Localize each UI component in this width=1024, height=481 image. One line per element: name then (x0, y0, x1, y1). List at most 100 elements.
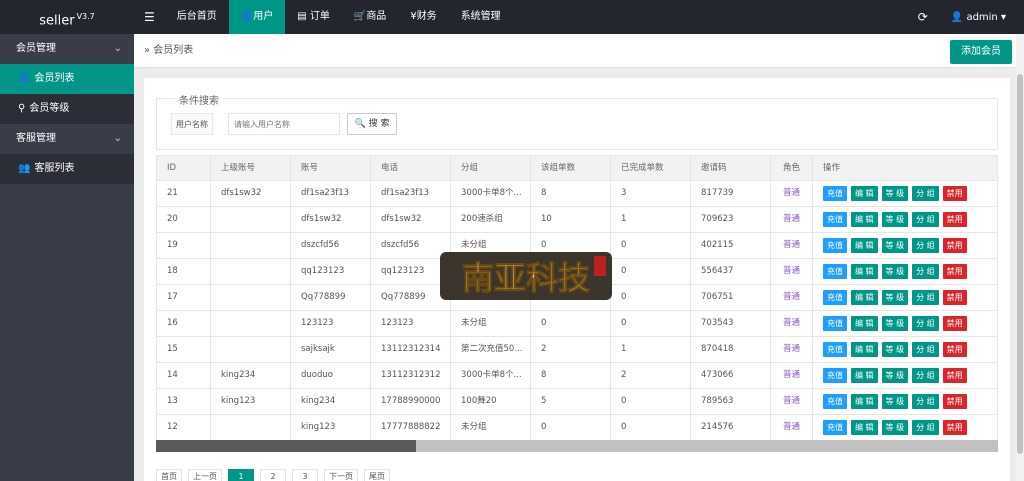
role-link[interactable]: 普通 (771, 259, 813, 284)
edit-button[interactable]: 编 辑 (851, 238, 878, 253)
scrollbar-thumb[interactable] (156, 440, 416, 452)
table-cell: 16 (157, 311, 211, 336)
role-link[interactable]: 普通 (771, 181, 813, 206)
top-bar: seller V3.7 ☰ 后台首页 👤用户 ▤ 订单 🛒商品 ¥财务 系统管理 … (0, 0, 1024, 34)
pager-page-3[interactable]: 3 (292, 469, 318, 481)
role-link[interactable]: 普通 (771, 363, 813, 388)
recharge-button[interactable]: 充值 (823, 342, 847, 357)
group-button[interactable]: 分 组 (912, 394, 939, 409)
recharge-button[interactable]: 充值 (823, 186, 847, 201)
recharge-button[interactable]: 充值 (823, 316, 847, 331)
recharge-button[interactable]: 充值 (823, 238, 847, 253)
edit-button[interactable]: 编 辑 (851, 212, 878, 227)
page-scrollbar-thumb[interactable] (1017, 74, 1023, 454)
pager-prev[interactable]: 上一页 (188, 469, 222, 481)
recharge-button[interactable]: 充值 (823, 264, 847, 279)
edit-button[interactable]: 编 辑 (851, 186, 878, 201)
group-button[interactable]: 分 组 (912, 212, 939, 227)
nav-system-label: 系统管理 (460, 11, 501, 22)
role-link[interactable]: 普通 (771, 311, 813, 336)
level-button[interactable]: 等 级 (881, 212, 909, 227)
role-link[interactable]: 普通 (771, 285, 813, 310)
group-button[interactable]: 分 组 (912, 238, 939, 253)
table-cell: 709623 (691, 207, 771, 232)
level-button[interactable]: 等 级 (881, 316, 909, 331)
search-button[interactable]: 🔍 搜 索 (347, 113, 397, 135)
col-header: 角色 (771, 156, 813, 180)
pager-last[interactable]: 尾页 (364, 469, 390, 481)
app-logo[interactable]: seller V3.7 (0, 0, 134, 34)
ban-button[interactable]: 禁用 (942, 420, 967, 435)
level-button[interactable]: 等 级 (881, 394, 909, 409)
group-button[interactable]: 分 组 (912, 290, 939, 305)
recharge-button[interactable]: 充值 (823, 290, 847, 305)
edit-button[interactable]: 编 辑 (851, 316, 878, 331)
recharge-button[interactable]: 充值 (823, 420, 847, 435)
level-button[interactable]: 等 级 (881, 264, 909, 279)
role-link[interactable]: 普通 (771, 389, 813, 414)
group-button[interactable]: 分 组 (912, 368, 939, 383)
ban-button[interactable]: 禁用 (942, 264, 967, 279)
pager-next[interactable]: 下一页 (324, 469, 358, 481)
group-button[interactable]: 分 组 (912, 316, 939, 331)
level-button[interactable]: 等 级 (881, 238, 909, 253)
admin-menu[interactable]: 👤 admin ▾ (943, 12, 1024, 23)
ban-button[interactable]: 禁用 (942, 394, 967, 409)
ban-button[interactable]: 禁用 (942, 238, 967, 253)
nav-orders[interactable]: ▤ 订单 (285, 0, 342, 34)
col-header: 账号 (291, 156, 371, 180)
sidebar-item-member-list[interactable]: 👤 会员列表 (0, 64, 134, 94)
level-button[interactable]: 等 级 (881, 342, 909, 357)
menu-icon[interactable]: ☰ (134, 0, 165, 34)
group-button[interactable]: 分 组 (912, 420, 939, 435)
ban-button[interactable]: 禁用 (942, 212, 967, 227)
role-link[interactable]: 普通 (771, 337, 813, 362)
group-button[interactable]: 分 组 (912, 264, 939, 279)
ban-button[interactable]: 禁用 (942, 342, 967, 357)
app-version: V3.7 (76, 12, 95, 21)
role-link[interactable]: 普通 (771, 207, 813, 232)
recharge-button[interactable]: 充值 (823, 394, 847, 409)
user-icon: 👤 (18, 73, 31, 84)
recharge-button[interactable]: 充值 (823, 368, 847, 383)
role-link[interactable]: 普通 (771, 415, 813, 440)
edit-button[interactable]: 编 辑 (851, 290, 878, 305)
ban-button[interactable]: 禁用 (942, 368, 967, 383)
nav-home[interactable]: 后台首页 (165, 0, 229, 34)
role-link[interactable]: 普通 (771, 233, 813, 258)
ops-cell: 充值编 辑等 级分 组禁用 (813, 337, 997, 362)
sidebar-item-service-list[interactable]: 👥 客服列表 (0, 154, 134, 184)
sidebar-group-service[interactable]: 客服管理 ⌄ (0, 124, 134, 154)
add-member-button[interactable]: 添加会员 (950, 40, 1012, 64)
level-button[interactable]: 等 级 (881, 290, 909, 305)
table-cell: dszcfd56 (291, 233, 371, 258)
search-input[interactable] (228, 113, 340, 135)
nav-system[interactable]: 系统管理 (449, 0, 513, 34)
level-button[interactable]: 等 级 (881, 186, 909, 201)
group-button[interactable]: 分 组 (912, 186, 939, 201)
horizontal-scrollbar[interactable] (156, 440, 998, 452)
edit-button[interactable]: 编 辑 (851, 264, 878, 279)
ban-button[interactable]: 禁用 (942, 290, 967, 305)
ban-button[interactable]: 禁用 (942, 186, 967, 201)
sidebar-item-member-level[interactable]: ⚲ 会员等级 (0, 94, 134, 124)
ops-cell: 充值编 辑等 级分 组禁用 (813, 415, 997, 440)
edit-button[interactable]: 编 辑 (851, 394, 878, 409)
level-button[interactable]: 等 级 (881, 368, 909, 383)
nav-users[interactable]: 👤用户 (228, 0, 286, 34)
recharge-button[interactable]: 充值 (823, 212, 847, 227)
edit-button[interactable]: 编 辑 (851, 420, 878, 435)
refresh-icon[interactable]: ⟳ (903, 10, 943, 24)
nav-finance[interactable]: ¥财务 (398, 0, 448, 34)
sidebar-group-members[interactable]: 会员管理 ⌄ (0, 34, 134, 64)
pager-first[interactable]: 首页 (156, 469, 182, 481)
pager-page-1[interactable]: 1 (228, 469, 254, 481)
group-button[interactable]: 分 组 (912, 342, 939, 357)
level-button[interactable]: 等 级 (881, 420, 909, 435)
page-scrollbar[interactable] (1016, 34, 1024, 481)
ban-button[interactable]: 禁用 (942, 316, 967, 331)
nav-goods[interactable]: 🛒商品 (342, 0, 398, 34)
pager-page-2[interactable]: 2 (260, 469, 286, 481)
edit-button[interactable]: 编 辑 (851, 342, 878, 357)
edit-button[interactable]: 编 辑 (851, 368, 878, 383)
